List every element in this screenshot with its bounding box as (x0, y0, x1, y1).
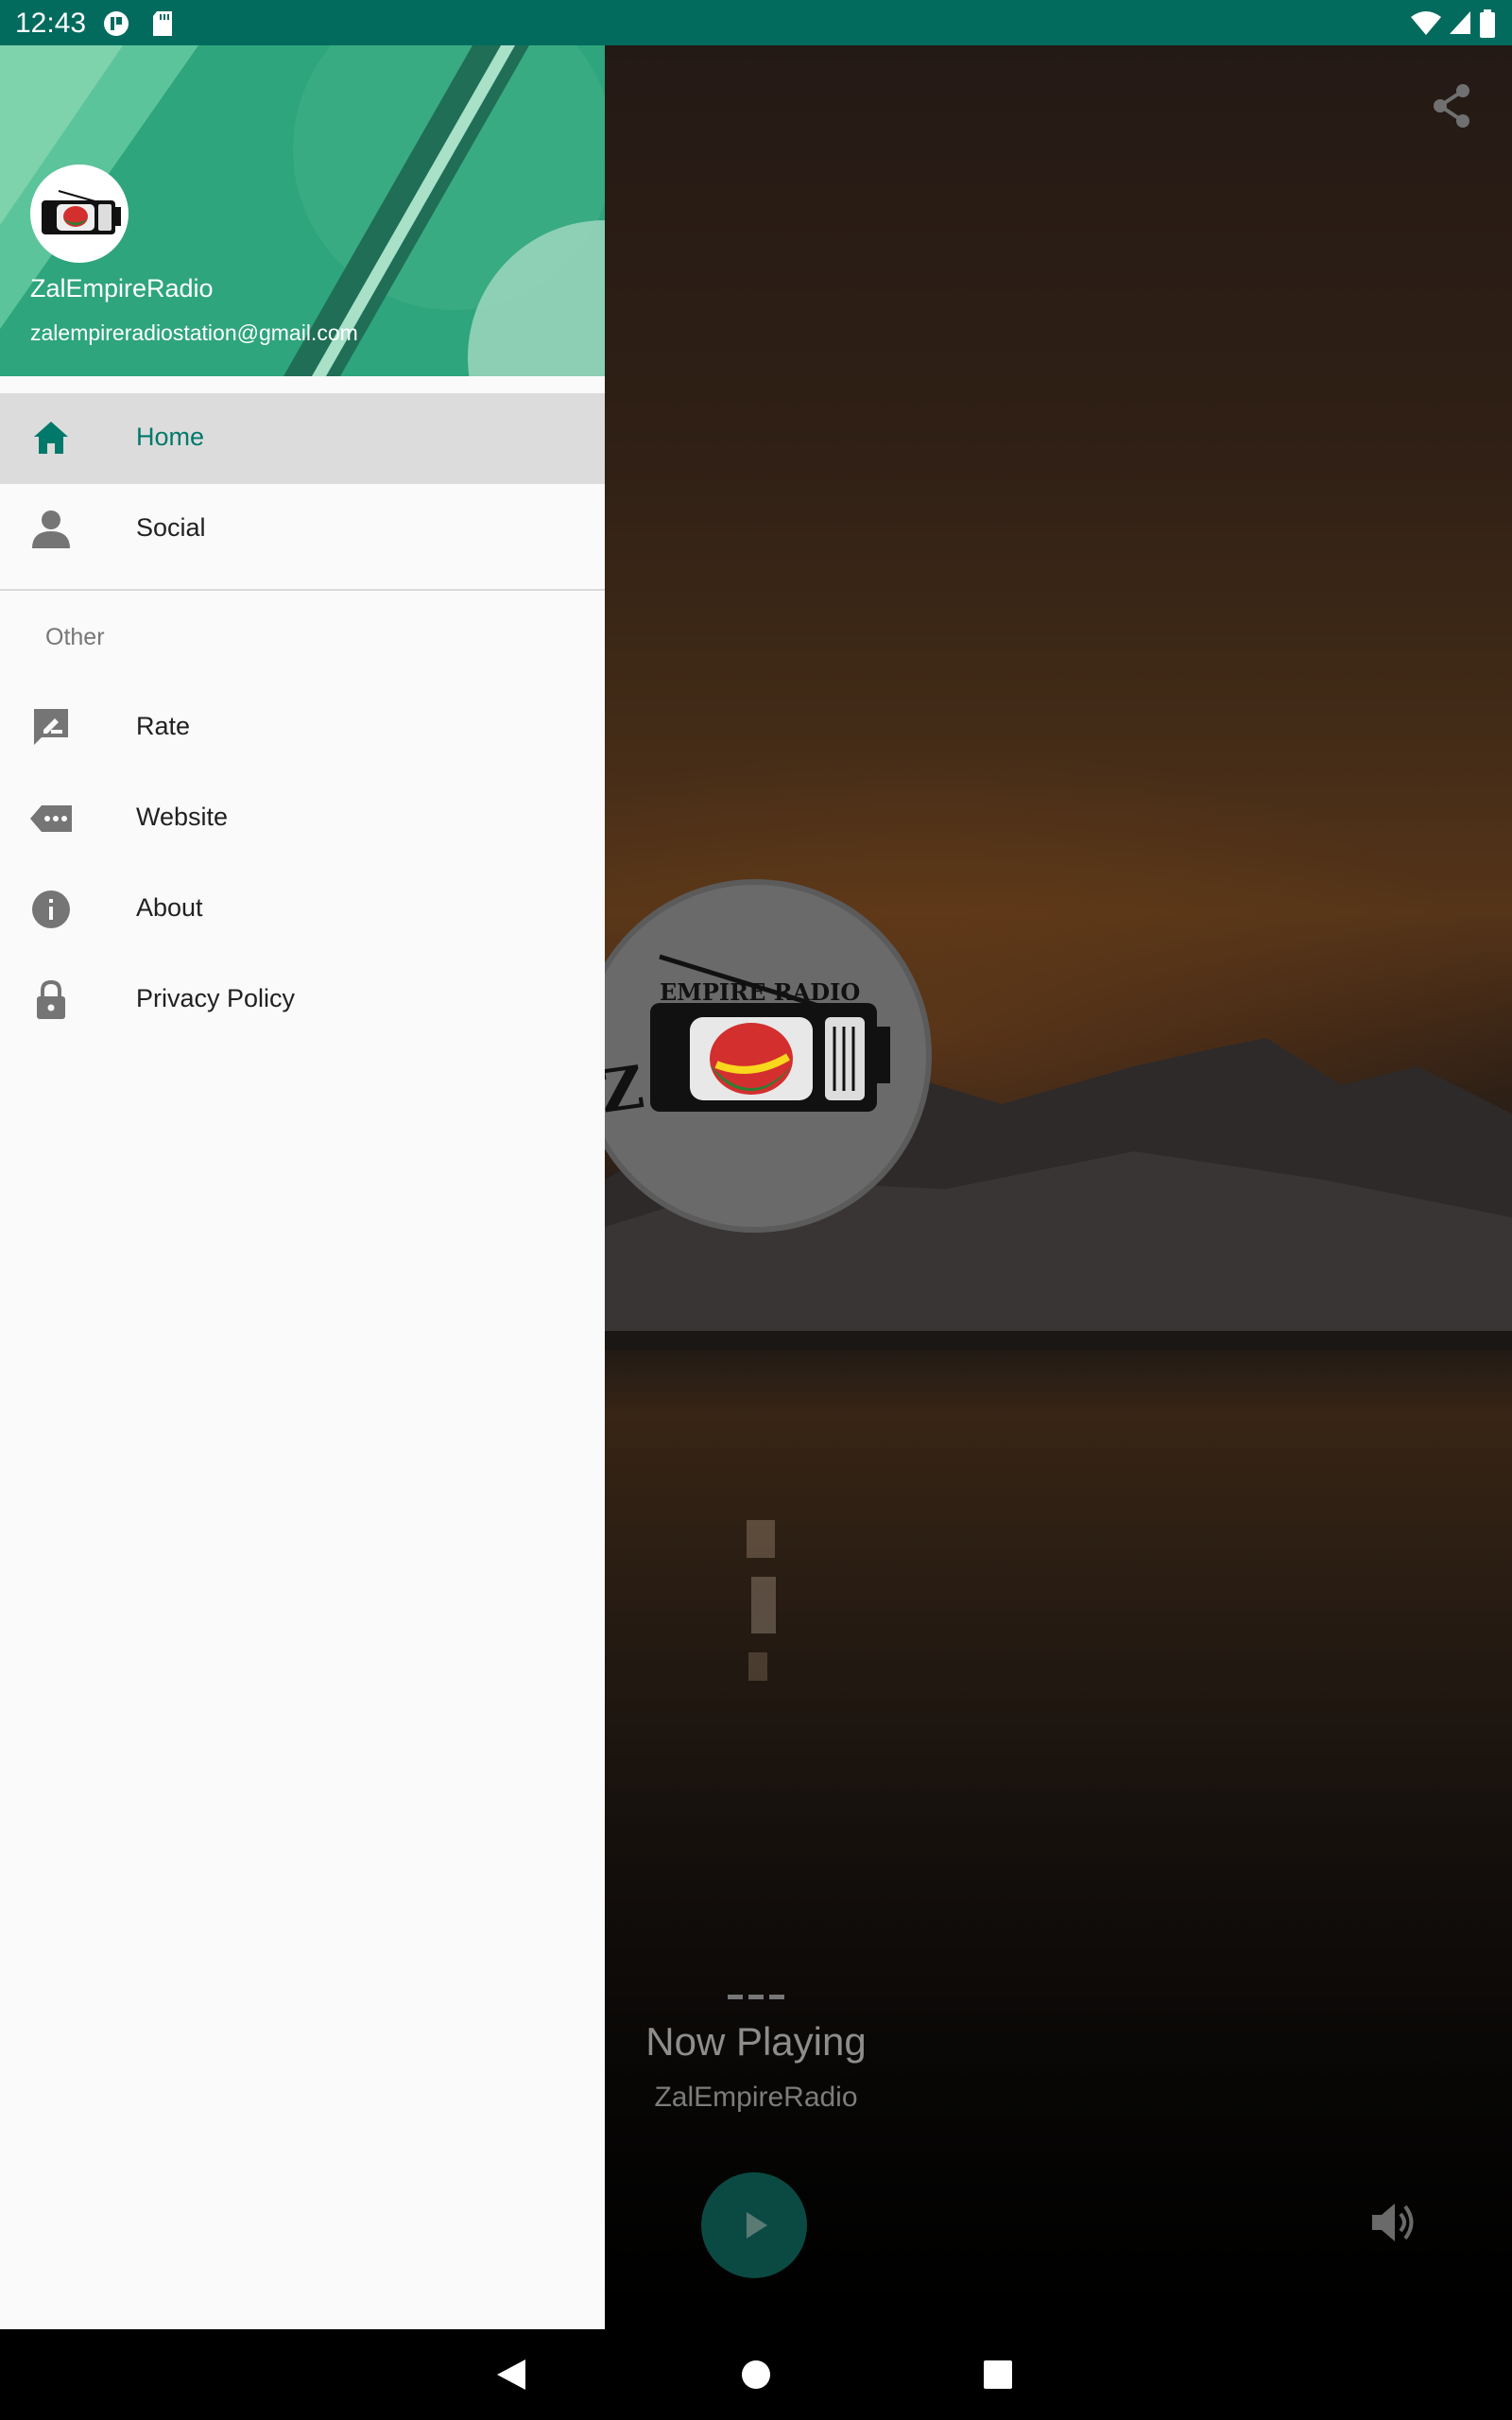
nav-item-privacy-policy[interactable]: Privacy Policy (0, 955, 605, 1046)
nav-item-label: About (136, 893, 203, 922)
notification-app-icon (104, 11, 129, 36)
logo-text: EMPIRE RADIO (660, 978, 860, 1006)
info-icon (32, 890, 70, 928)
cell-signal-icon (1450, 11, 1470, 34)
website-tag-icon (30, 805, 72, 832)
nav-item-label: Website (136, 803, 229, 831)
nav-item-website[interactable]: Website (0, 773, 605, 864)
status-time: 12:43 (15, 8, 87, 39)
drawer-divider (0, 589, 605, 591)
volume-icon[interactable] (1370, 2201, 1418, 2244)
home-nav-icon[interactable] (741, 2360, 771, 2390)
now-playing-title: Now Playing (645, 2019, 867, 2064)
back-icon[interactable] (495, 2358, 527, 2392)
navigation-drawer: ZalEmpireRadio zalempireradiostation@gma… (0, 45, 605, 2329)
home-icon (34, 422, 68, 454)
nav-item-label: Home (136, 423, 205, 451)
person-icon (32, 510, 70, 548)
battery-icon (1480, 9, 1495, 38)
rate-review-icon (34, 709, 68, 745)
nav-item-label: Social (136, 513, 206, 542)
nav-item-about[interactable]: About (0, 864, 605, 955)
play-button[interactable] (701, 2172, 807, 2278)
recents-icon[interactable] (983, 2360, 1013, 2390)
nav-item-social[interactable]: Social (0, 484, 605, 575)
now-playing-dash (728, 1995, 784, 1999)
drawer-email: zalempireradiostation@gmail.com (30, 320, 358, 345)
nav-item-home[interactable]: Home (0, 393, 605, 484)
wifi-icon (1411, 11, 1441, 35)
app-logo-avatar (30, 164, 129, 263)
nav-item-label: Privacy Policy (136, 984, 296, 1012)
share-icon[interactable] (1431, 83, 1472, 129)
drawer-section-title: Other (45, 624, 105, 650)
station-name: ZalEmpireRadio (654, 2082, 858, 2113)
lock-icon (37, 979, 65, 1019)
nav-item-label: Rate (136, 712, 191, 740)
system-navigation-bar (0, 2329, 1512, 2420)
status-bar: 12:43 (0, 0, 1512, 45)
sd-card-icon (153, 11, 172, 36)
drawer-app-name: ZalEmpireRadio (30, 274, 214, 302)
nav-item-rate[interactable]: Rate (0, 683, 605, 773)
play-icon (747, 2212, 767, 2238)
drawer-header: ZalEmpireRadio zalempireradiostation@gma… (0, 45, 605, 376)
station-logo: EMPIRE RADIO Z (578, 879, 932, 1233)
